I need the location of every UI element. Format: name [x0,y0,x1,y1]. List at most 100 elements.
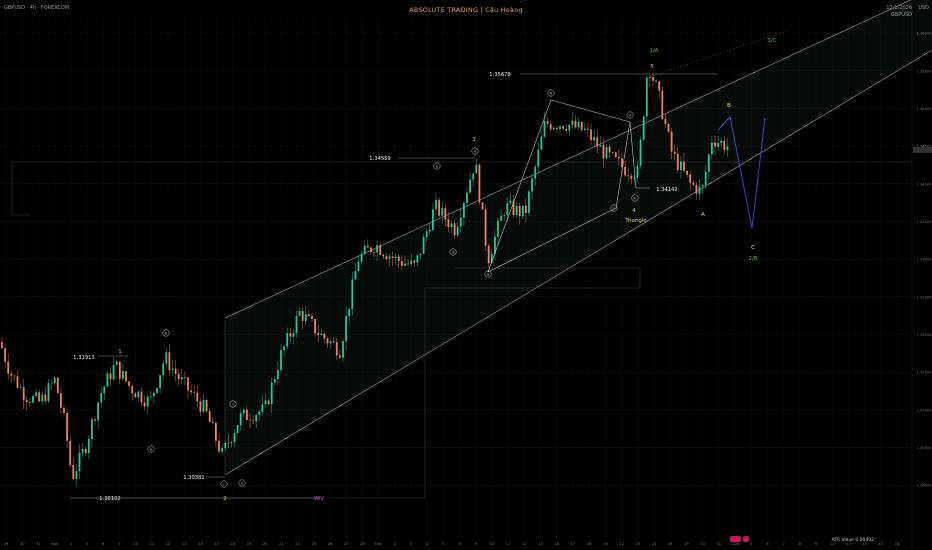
candle-body [249,419,251,421]
candle-body [16,376,19,388]
x-tick-label: 22 [619,541,624,546]
candle-body [658,81,661,91]
candle-body [425,231,428,238]
candle-body [38,392,41,402]
candle-body [472,173,475,180]
wave-label-1: 1 [118,349,122,355]
candle-body [599,144,602,147]
x-tick-label: 7 [118,541,121,546]
candle-body [44,394,47,402]
candle-body [7,361,10,374]
candle-body [261,404,264,412]
candle-body [168,352,171,371]
x-tick-label: 16 [554,541,559,546]
candle-body [661,90,664,120]
atr-badge: ATR Value 0.00402 [831,538,874,543]
price-chart[interactable]: 1.35678 1.34559 1.34142 1.31913 1.30381 1.301… [0,0,932,550]
candle-body [459,217,462,227]
x-tick-label: 9 [815,541,818,546]
candle-body [41,394,44,402]
candle-body [205,399,208,412]
x-tick-label: 17 [214,541,219,546]
candle-body [438,199,440,216]
y-tick-label: 1.35000 [917,107,932,111]
candle-body [323,333,326,339]
candle-body [50,383,53,384]
candle-body [109,373,112,380]
candle-body [531,178,533,192]
candle-body [35,392,37,396]
x-tick-label: 26 [328,541,333,546]
candle-body [162,363,165,376]
wave-label-wiv: WIV [314,496,324,502]
y-tick-label: 1.31000 [917,408,932,412]
candle-body [329,341,332,344]
x-tick-label: 27 [344,541,349,546]
candle-body [193,392,196,393]
candle-body [246,409,248,420]
candle-body [630,175,633,179]
channel-fill [225,0,932,475]
candle-body [506,202,509,216]
candle-body [174,368,177,374]
candle-body [345,316,347,342]
settings-icon[interactable] [730,535,760,543]
y-tick-label: 1.33500 [917,220,932,224]
y-tick-label: 1.34000 [917,182,932,186]
candle-body [112,364,115,380]
subwave-ii-text: ii [241,481,243,485]
chart-stage: { "header": { "symbol": "GBPUSD · 4h · F… [0,0,932,550]
candle-body [143,402,146,407]
x-tick-label: 5 [442,541,445,546]
level-label-134142: 1.34142 [656,187,677,193]
x-tick-label: 2 [394,541,397,546]
candle-body [596,137,599,147]
candle-body [605,146,608,159]
x-tick-label: 18 [587,541,592,546]
candle-body [686,170,688,175]
candle-body [642,116,645,140]
x-tick-label: 24 [652,541,657,546]
candle-body [407,263,409,265]
candle-body [587,128,589,130]
candle-body [4,348,6,362]
subwave-v-text: e [474,149,477,153]
price-channel [224,0,932,476]
candle-body [32,395,34,403]
level-label-134559: 1.34559 [369,156,390,162]
candle-body [351,279,354,309]
candle-body [13,375,16,377]
candle-body [308,314,310,316]
candle-body [521,205,524,217]
candle-body [391,256,394,259]
candle-body [394,256,397,259]
candle-body [301,310,304,321]
candle-body [475,164,478,174]
candle-body [373,251,375,253]
x-tick-label: 28 [360,541,365,546]
candle-body [236,425,239,434]
candle-body [134,393,137,398]
x-tick-label: 8 [458,541,461,546]
candle-body [611,152,614,153]
candle-body [723,140,726,150]
candle-body [53,377,56,384]
candle-body [94,419,96,421]
candle-body [270,382,273,405]
candle-body [81,449,84,453]
pair-label: GBPUSD [890,12,912,18]
candle-body [711,142,713,155]
candle-body [695,184,698,194]
x-tick-label: 26 [668,541,673,546]
candle-body [645,78,648,117]
candle-body [171,368,174,371]
x-tick-label: 31 [716,541,721,546]
candle-body [242,409,245,414]
candle-body [500,215,502,221]
subwave-a-left-text: a [150,447,152,451]
candle-body [382,254,385,257]
x-tick-label: 4 [70,541,73,546]
candle-body [441,207,444,216]
candle-body [153,392,155,397]
candle-body [106,373,109,387]
